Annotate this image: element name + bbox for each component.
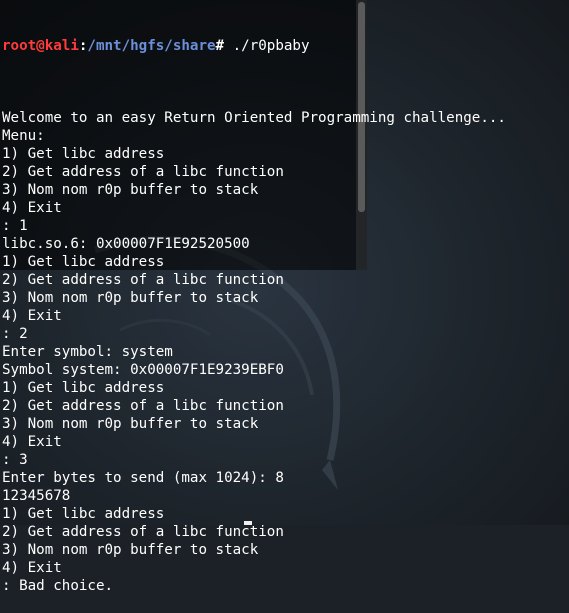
prompt-path: /mnt/hgfs/share [87, 38, 216, 54]
terminal-line: Symbol system: 0x00007F1E9239EBF0 [2, 362, 284, 378]
terminal-line: 1) Get libc address [2, 380, 165, 396]
terminal-line: : 2 [2, 326, 28, 342]
terminal-line: Enter bytes to send (max 1024): 8 [2, 470, 284, 486]
terminal-line: 3) Nom nom r0p buffer to stack [2, 290, 259, 306]
terminal-line: 2) Get address of a libc function [2, 272, 284, 288]
terminal-line: 1) Get libc address [2, 506, 165, 522]
terminal-line: 4) Exit [2, 434, 62, 450]
terminal-line: : 3 [2, 452, 28, 468]
shell-prompt: root@kali:/mnt/hgfs/share# ./r0pbaby [2, 37, 567, 55]
terminal-line: : 1 [2, 218, 28, 234]
terminal-line: 4) Exit [2, 200, 62, 216]
terminal-line: 4) Exit [2, 560, 62, 576]
terminal-line: 3) Nom nom r0p buffer to stack [2, 416, 259, 432]
prompt-symbol: # [215, 38, 233, 54]
text-cursor [244, 521, 252, 525]
terminal-line: : Bad choice. [2, 578, 114, 594]
terminal-line: 2) Get address of a libc function [2, 164, 284, 180]
terminal-line: 3) Nom nom r0p buffer to stack [2, 542, 259, 558]
terminal-line: Enter symbol: system [2, 344, 173, 360]
terminal-output[interactable]: root@kali:/mnt/hgfs/share# ./r0pbaby Wel… [2, 1, 567, 613]
terminal-line: 12345678 [2, 488, 71, 504]
terminal-line: 4) Exit [2, 308, 62, 324]
terminal-line: Menu: [2, 128, 45, 144]
prompt-user-host: root@kali [2, 38, 79, 54]
terminal-line: libc.so.6: 0x00007F1E92520500 [2, 236, 250, 252]
terminal-line: 1) Get libc address [2, 254, 165, 270]
terminal-line: 2) Get address of a libc function [2, 524, 284, 540]
program-output: Welcome to an easy Return Oriented Progr… [2, 91, 567, 595]
prompt-command: ./r0pbaby [232, 38, 310, 54]
terminal-line: 3) Nom nom r0p buffer to stack [2, 182, 259, 198]
terminal-line: 1) Get libc address [2, 146, 165, 162]
terminal-line: Welcome to an easy Return Oriented Progr… [2, 110, 506, 126]
terminal-line: 2) Get address of a libc function [2, 398, 284, 414]
